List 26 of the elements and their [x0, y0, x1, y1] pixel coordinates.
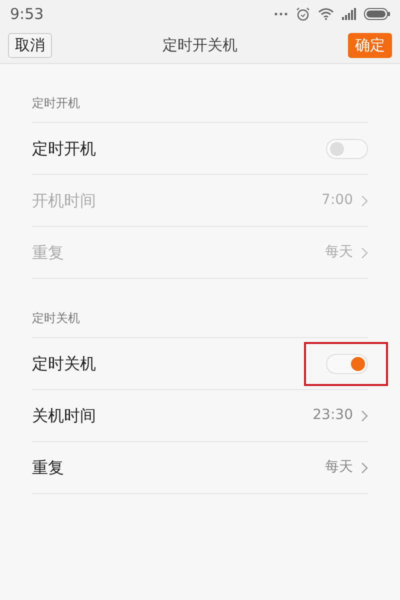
- signal-icon: [342, 8, 356, 20]
- chevron-right-icon: [361, 462, 368, 474]
- section-title: 定时开机: [32, 96, 80, 110]
- screen-title: 定时开关机: [162, 35, 238, 56]
- wifi-icon: [318, 8, 334, 20]
- setting-value: 每天: [325, 458, 353, 477]
- setting-label: 定时开机: [32, 138, 96, 160]
- setting-value: 每天: [325, 243, 353, 262]
- chevron-right-icon: [361, 246, 368, 258]
- setting-label: 关机时间: [32, 404, 96, 426]
- toggle-switch[interactable]: [326, 354, 368, 374]
- cancel-button[interactable]: 取消: [8, 32, 52, 58]
- setting-label: 定时关机: [32, 352, 96, 374]
- battery-icon: [364, 8, 390, 20]
- setting-label: 开机时间: [32, 190, 96, 212]
- toggle-switch[interactable]: [326, 138, 368, 158]
- more-icon: [274, 11, 288, 17]
- setting-value: 23:30: [312, 406, 353, 425]
- chevron-right-icon: [361, 194, 368, 206]
- alarm-icon: [296, 7, 310, 21]
- section-title: 定时关机: [32, 311, 80, 325]
- setting-label: 重复: [32, 242, 64, 264]
- chevron-right-icon: [361, 410, 368, 422]
- setting-value: 7:00: [322, 191, 353, 210]
- status-time: 9:53: [10, 4, 44, 25]
- setting-label: 重复: [32, 456, 64, 478]
